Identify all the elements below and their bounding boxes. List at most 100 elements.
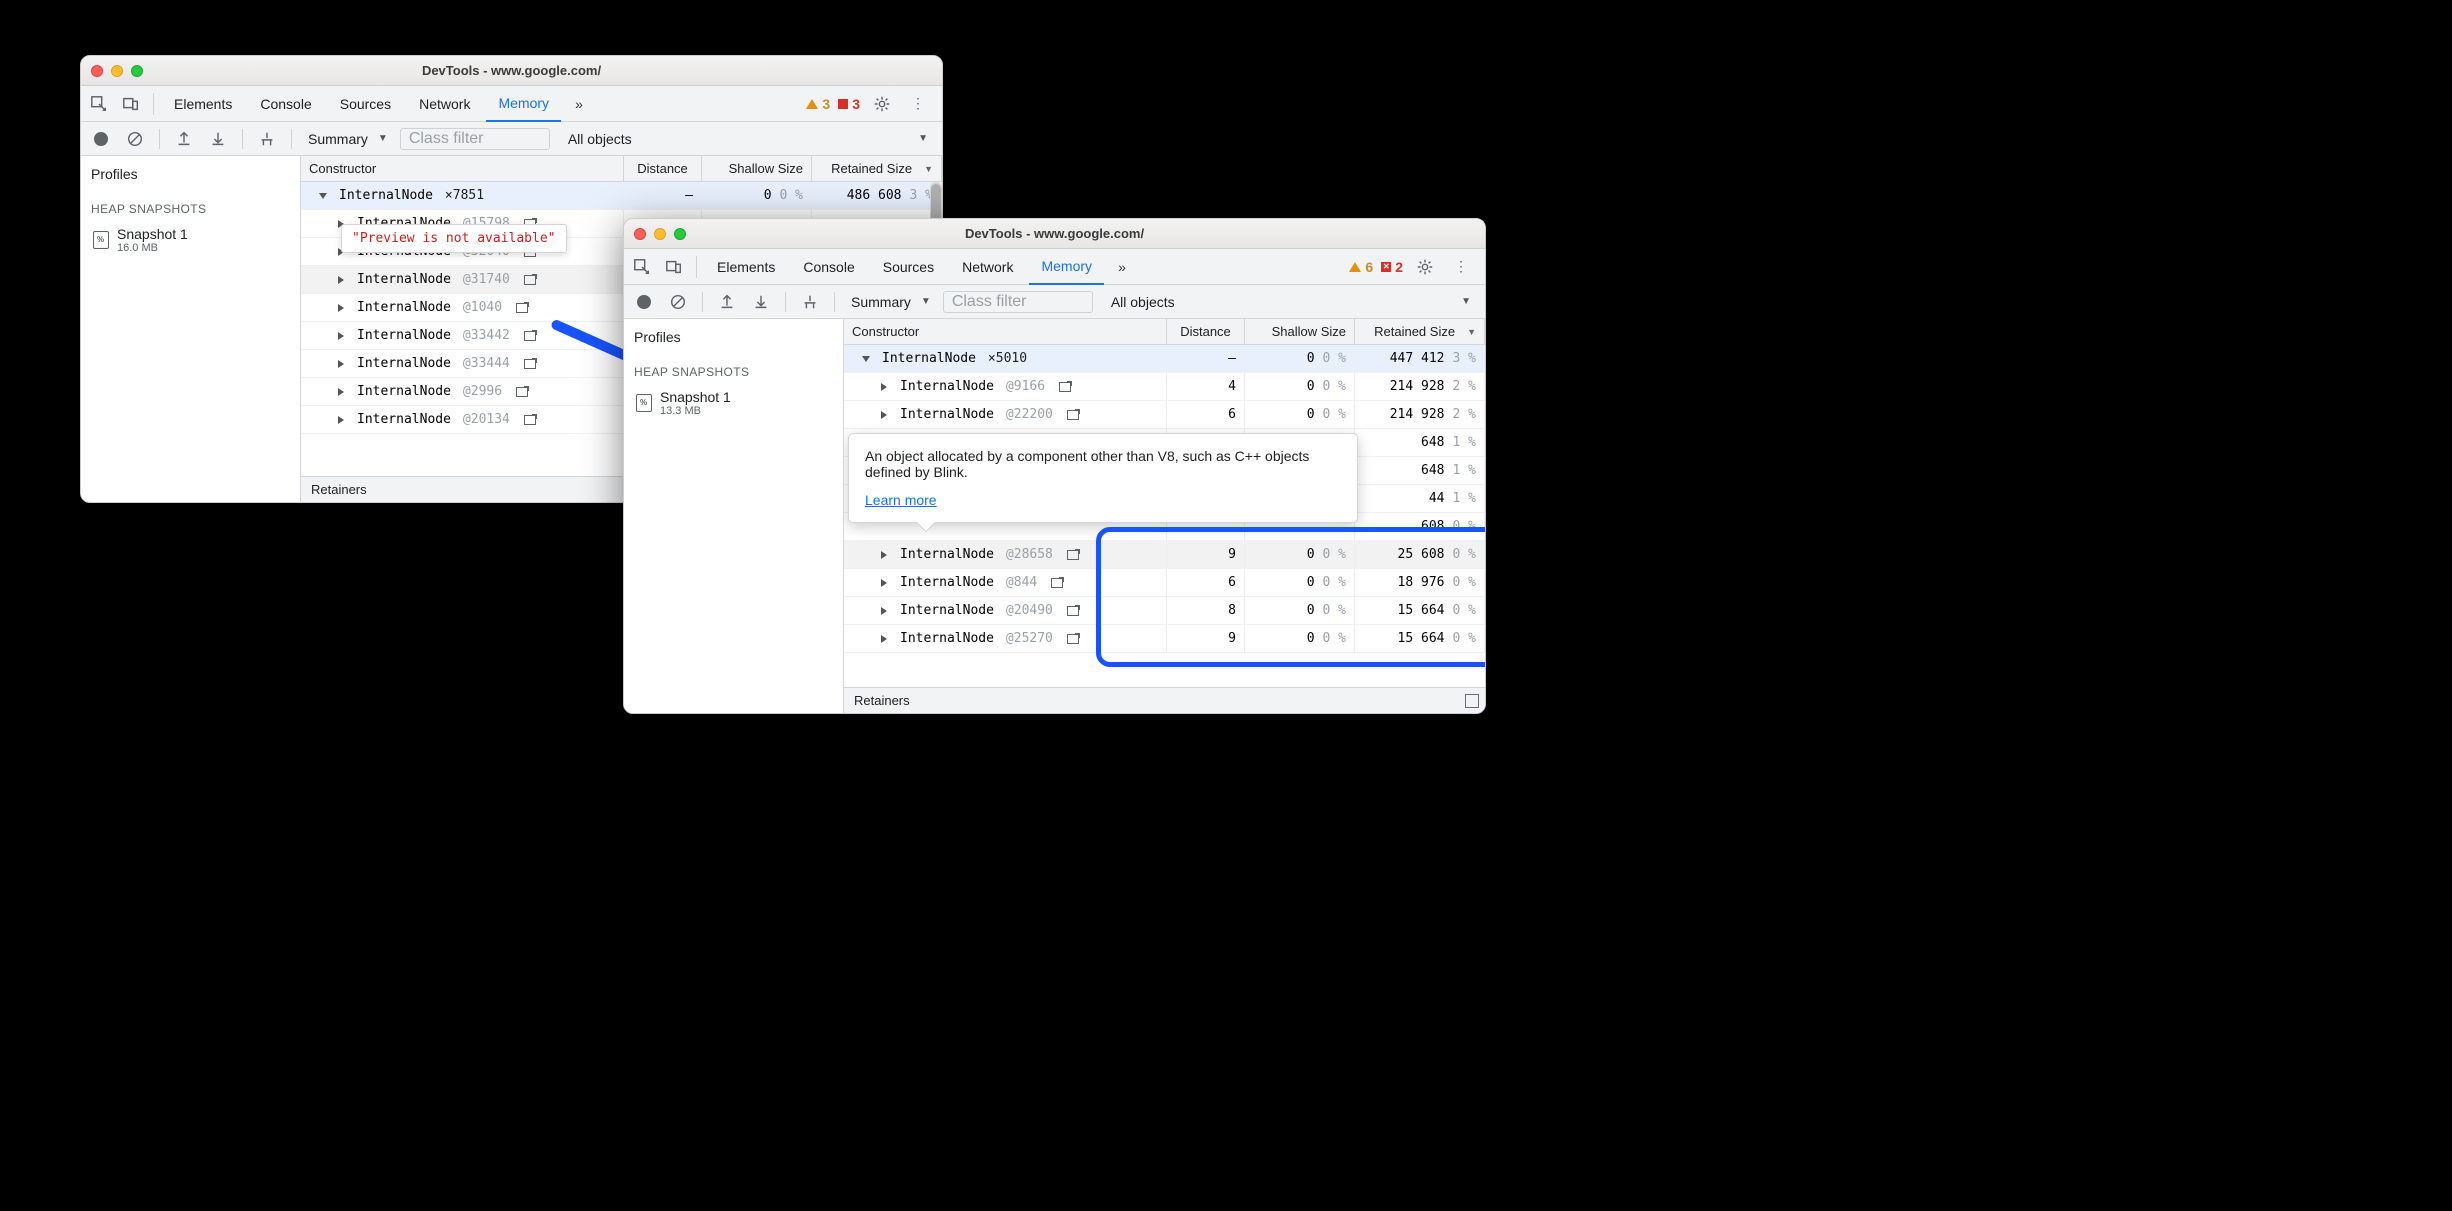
warnings-badge[interactable]: 6	[1349, 259, 1373, 275]
table-row[interactable]: InternalNode ×5010 – 00 % 447 4123 %	[844, 345, 1485, 373]
tab-console[interactable]: Console	[791, 249, 866, 285]
record-icon[interactable]	[630, 288, 658, 316]
error-icon	[838, 99, 848, 109]
settings-icon[interactable]	[1411, 253, 1439, 281]
clear-icon[interactable]	[121, 125, 149, 153]
settings-icon[interactable]	[868, 90, 896, 118]
maximize-icon[interactable]	[1465, 694, 1479, 708]
open-in-panel-icon[interactable]	[524, 415, 536, 425]
device-toolbar-icon[interactable]	[117, 90, 145, 118]
class-filter-input[interactable]: Class filter	[400, 128, 550, 150]
open-in-panel-icon[interactable]	[524, 275, 536, 285]
col-distance[interactable]: Distance	[1167, 319, 1245, 344]
disclosure-right-icon[interactable]	[881, 579, 887, 587]
open-in-panel-icon[interactable]	[524, 331, 536, 341]
open-in-panel-icon[interactable]	[524, 359, 536, 369]
tab-elements[interactable]: Elements	[162, 86, 244, 122]
warning-icon	[806, 99, 818, 109]
col-constructor[interactable]: Constructor	[301, 156, 624, 181]
warnings-badge[interactable]: 3	[806, 96, 830, 112]
tab-sources[interactable]: Sources	[871, 249, 946, 285]
table-row[interactable]: InternalNode ×7851 – 00 % 486 6083 %	[301, 182, 942, 210]
disclosure-down-icon[interactable]	[862, 356, 870, 362]
disclosure-right-icon[interactable]	[881, 383, 887, 391]
disclosure-right-icon[interactable]	[338, 360, 344, 368]
gc-icon[interactable]	[253, 125, 281, 153]
open-in-panel-icon[interactable]	[516, 303, 528, 313]
col-shallow[interactable]: Shallow Size	[702, 156, 812, 181]
table-row[interactable]: InternalNode@22200600 %214 9282 %	[844, 401, 1485, 429]
window-title: DevTools - www.google.com/	[624, 226, 1485, 241]
learn-more-link[interactable]: Learn more	[865, 492, 937, 508]
toolbar-separator	[834, 292, 835, 312]
view-dropdown[interactable]: Summary ▼	[845, 294, 937, 310]
tabs-bar: Elements Console Sources Network Memory …	[624, 249, 1485, 285]
export-icon[interactable]	[713, 288, 741, 316]
tab-console[interactable]: Console	[248, 86, 323, 122]
clear-icon[interactable]	[664, 288, 692, 316]
class-filter-input[interactable]: Class filter	[943, 291, 1093, 313]
objects-filter-dropdown[interactable]: All objects	[562, 131, 638, 147]
col-distance[interactable]: Distance	[624, 156, 702, 181]
devtools-window-2: DevTools - www.google.com/ Elements Cons…	[623, 218, 1486, 714]
tab-network[interactable]: Network	[407, 86, 482, 122]
col-retained[interactable]: Retained Size	[812, 156, 942, 181]
col-shallow[interactable]: Shallow Size	[1245, 319, 1355, 344]
retainers-panel[interactable]: Retainers	[844, 687, 1485, 713]
kebab-menu-icon[interactable]: ⋮	[1447, 253, 1475, 281]
disclosure-right-icon[interactable]	[881, 411, 887, 419]
snapshot-item[interactable]: Snapshot 1 13.3 MB	[624, 385, 843, 422]
view-dropdown[interactable]: Summary ▼	[302, 131, 394, 147]
inspect-icon[interactable]	[85, 90, 113, 118]
inspect-icon[interactable]	[628, 253, 656, 281]
col-constructor[interactable]: Constructor	[844, 319, 1167, 344]
tab-elements[interactable]: Elements	[705, 249, 787, 285]
open-in-panel-icon[interactable]	[1067, 410, 1079, 420]
tab-memory[interactable]: Memory	[1029, 249, 1104, 285]
open-in-panel-icon[interactable]	[1059, 382, 1071, 392]
table-row[interactable]: InternalNode@9166400 %214 9282 %	[844, 373, 1485, 401]
titlebar: DevTools - www.google.com/	[81, 56, 942, 86]
sidebar-section: HEAP SNAPSHOTS	[624, 353, 843, 385]
more-tabs-icon[interactable]: »	[565, 90, 593, 118]
disclosure-right-icon[interactable]	[338, 304, 344, 312]
profiles-sidebar: Profiles HEAP SNAPSHOTS Snapshot 1 16.0 …	[81, 156, 301, 502]
disclosure-right-icon[interactable]	[338, 276, 344, 284]
open-in-panel-icon[interactable]	[1067, 634, 1079, 644]
kebab-menu-icon[interactable]: ⋮	[904, 90, 932, 118]
import-icon[interactable]	[747, 288, 775, 316]
tab-network[interactable]: Network	[950, 249, 1025, 285]
disclosure-right-icon[interactable]	[338, 388, 344, 396]
open-in-panel-icon[interactable]	[1067, 606, 1079, 616]
errors-badge[interactable]: ✕2	[1381, 259, 1403, 275]
table-header: Constructor Distance Shallow Size Retain…	[844, 319, 1485, 345]
snapshot-size: 16.0 MB	[117, 242, 188, 255]
open-in-panel-icon[interactable]	[1067, 550, 1079, 560]
tab-memory[interactable]: Memory	[486, 86, 561, 122]
record-icon[interactable]	[87, 125, 115, 153]
tab-sources[interactable]: Sources	[328, 86, 403, 122]
more-tabs-icon[interactable]: »	[1108, 253, 1136, 281]
disclosure-right-icon[interactable]	[881, 607, 887, 615]
error-icon: ✕	[1381, 262, 1391, 272]
open-in-panel-icon[interactable]	[1051, 578, 1063, 588]
tab-separator	[696, 256, 697, 278]
device-toolbar-icon[interactable]	[660, 253, 688, 281]
objects-filter-dropdown[interactable]: All objects	[1105, 294, 1181, 310]
errors-badge[interactable]: 3	[838, 96, 860, 112]
import-icon[interactable]	[204, 125, 232, 153]
description-tooltip: An object allocated by a component other…	[848, 433, 1358, 523]
gc-icon[interactable]	[796, 288, 824, 316]
snapshot-item[interactable]: Snapshot 1 16.0 MB	[81, 222, 300, 259]
disclosure-right-icon[interactable]	[881, 635, 887, 643]
sidebar-section: HEAP SNAPSHOTS	[81, 190, 300, 222]
col-retained[interactable]: Retained Size	[1355, 319, 1485, 344]
open-in-panel-icon[interactable]	[516, 387, 528, 397]
disclosure-right-icon[interactable]	[881, 551, 887, 559]
disclosure-down-icon[interactable]	[319, 193, 327, 199]
export-icon[interactable]	[170, 125, 198, 153]
disclosure-right-icon[interactable]	[338, 416, 344, 424]
chevron-down-icon: ▼	[918, 133, 928, 144]
titlebar: DevTools - www.google.com/	[624, 219, 1485, 249]
disclosure-right-icon[interactable]	[338, 332, 344, 340]
